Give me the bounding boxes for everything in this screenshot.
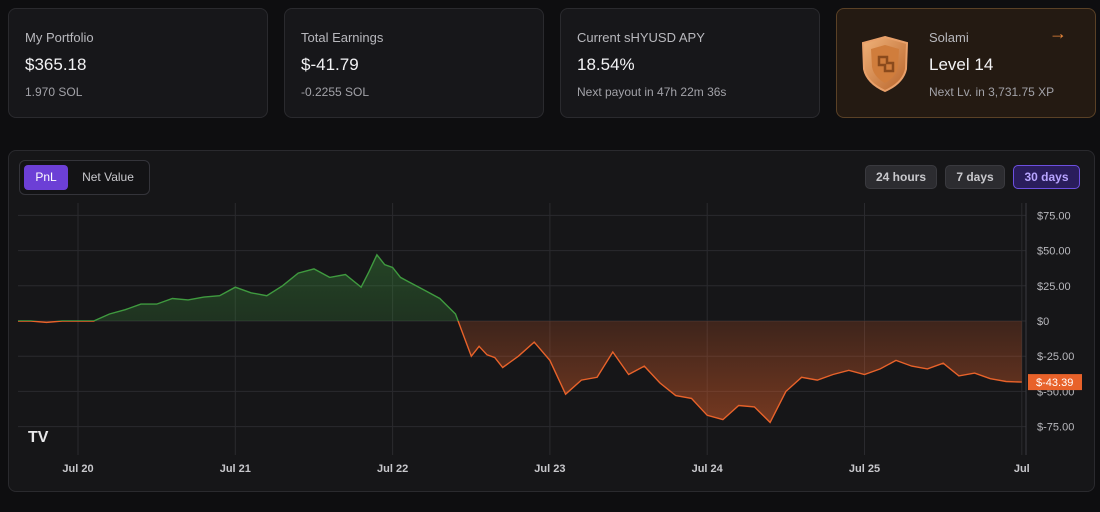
last-value-label: $-43.39	[1028, 374, 1082, 391]
x-tick-label: Jul 21	[220, 463, 251, 475]
x-axis: Jul 20 Jul 21 Jul 22 Jul 23 Jul 24 Jul 25 Jul	[62, 463, 1029, 475]
y-axis: $75.00$50.00$25.00$0$-25.00$-50.00$-75.0…	[1037, 210, 1074, 433]
y-tick-label: $-75.00	[1037, 422, 1074, 434]
pnl-chart[interactable]: $75.00$50.00$25.00$0$-25.00$-50.00$-75.0…	[0, 0, 1100, 512]
y-tick-label: $-25.00	[1037, 351, 1074, 363]
x-tick-label: Jul	[1014, 463, 1030, 475]
x-tick-label: Jul 25	[849, 463, 880, 475]
x-tick-label: Jul 22	[377, 463, 408, 475]
x-tick-label: Jul 23	[534, 463, 565, 475]
y-tick-label: $50.00	[1037, 246, 1071, 258]
last-value-text: $-43.39	[1036, 377, 1073, 389]
x-tick-label: Jul 24	[692, 463, 724, 475]
x-tick-label: Jul 20	[62, 463, 93, 475]
y-tick-label: $75.00	[1037, 210, 1071, 222]
y-tick-label: $0	[1037, 316, 1049, 328]
negative-area	[18, 321, 1022, 423]
tradingview-logo-text: TV	[28, 429, 49, 446]
tradingview-logo-icon: TV	[28, 429, 49, 446]
y-tick-label: $25.00	[1037, 281, 1071, 293]
chart-areas	[18, 254, 1022, 423]
